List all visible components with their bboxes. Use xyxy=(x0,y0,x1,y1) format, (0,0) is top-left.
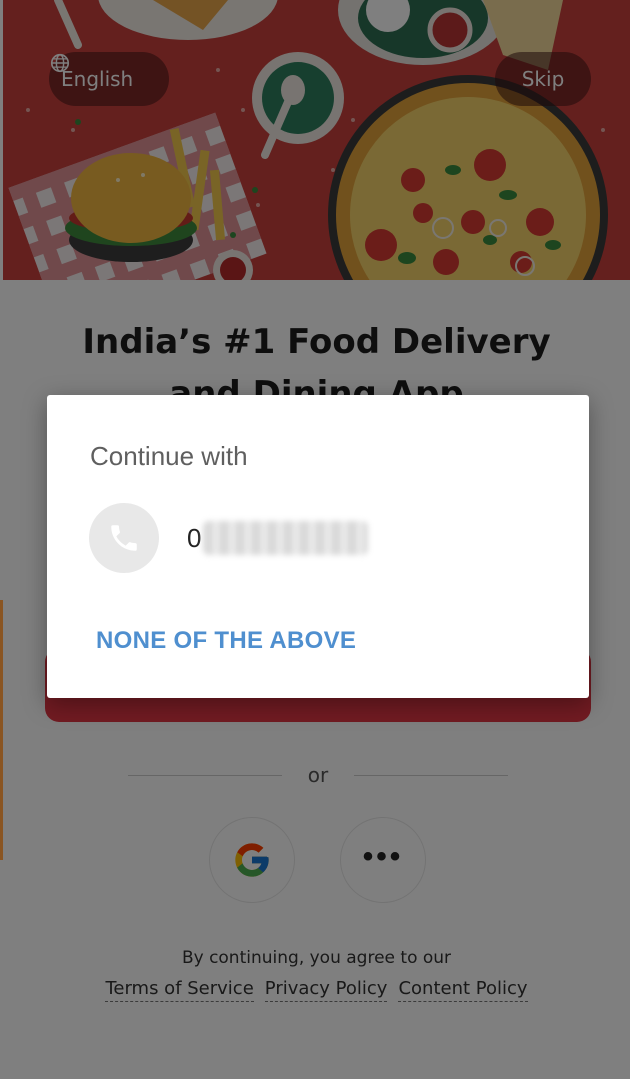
phone-icon xyxy=(111,525,137,551)
phone-number-text: 0 xyxy=(187,522,202,553)
phone-number-option[interactable]: 0 xyxy=(89,502,549,574)
background-edge xyxy=(0,600,3,860)
none-of-the-above-button[interactable]: NONE OF THE ABOVE xyxy=(96,627,356,655)
phone-picker-dialog: Continue with 0 NONE OF THE ABOVE xyxy=(47,395,589,698)
dialog-title: Continue with xyxy=(90,441,248,471)
phone-number-redacted xyxy=(203,521,369,555)
phone-avatar xyxy=(89,503,159,573)
